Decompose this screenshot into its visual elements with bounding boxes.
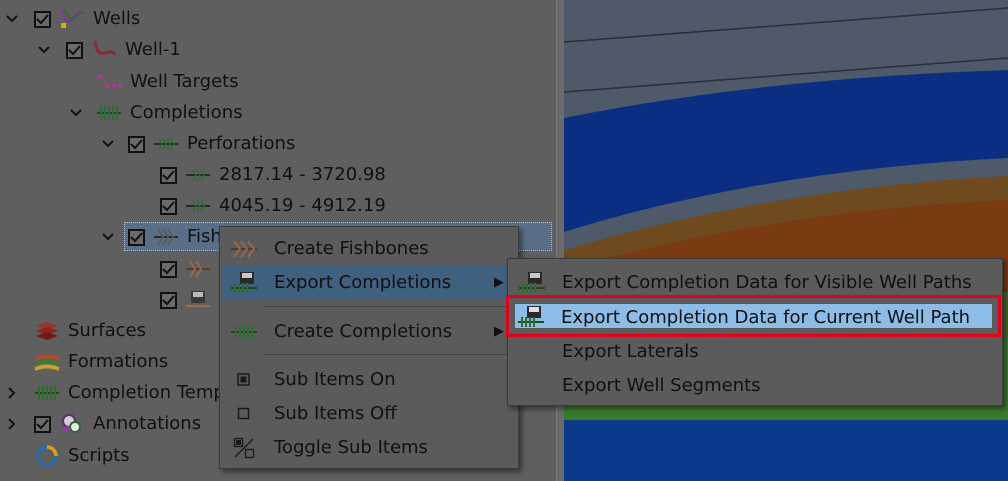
completion-templates-icon [34,382,60,404]
annotations-icon [59,413,85,435]
tree-label-surfaces: Surfaces [68,320,146,341]
tree-item-perforations[interactable]: Perforations [128,129,295,159]
expand-arrow-well1[interactable] [34,35,54,65]
tree-item-completions[interactable]: Completions [96,98,242,128]
tree-item-fishbones-child-1[interactable] [160,254,219,284]
submenu-item-export-current-well-path[interactable]: Export Completion Data for Current Well … [515,304,992,328]
tree-item-perforation-2[interactable]: 4045.19 - 4912.19 [160,191,386,221]
menu-item-create-fishbones[interactable]: Create Fishbones [222,232,516,265]
perforation-interval-icon [185,164,211,186]
3d-view-scene [564,0,1008,481]
submenu-label-current: Export Completion Data for Current Well … [561,307,971,328]
tree-label-well-targets: Well Targets [130,71,239,92]
menu-label-toggle-sub-items: Toggle Sub Items [274,437,428,458]
tree-label-annotations: Annotations [93,413,202,434]
fishbones-sub-icon [185,258,211,280]
context-menu: Create Fishbones Export Completions ▶ Cr… [219,226,519,469]
menu-label-sub-items-on: Sub Items On [274,369,396,390]
menu-label-export-completions: Export Completions [274,272,452,293]
checkbox-perforation-1[interactable] [160,166,177,184]
menu-item-create-completions[interactable]: Create Completions ▶ [222,315,516,348]
menu-label-sub-items-off: Sub Items Off [274,403,397,424]
menu-item-sub-items-off[interactable]: Sub Items Off [222,397,516,430]
scripts-icon [34,445,60,467]
checkbox-well1[interactable] [66,41,83,59]
submenu-arrow-icon: ▶ [494,324,504,339]
checkbox-annotations[interactable] [34,415,51,433]
tree-item-annotations[interactable]: Annotations [34,409,201,439]
checkbox-fishbones-child-2[interactable] [160,291,177,309]
menu-label-create-completions: Create Completions [274,321,453,342]
submenu-label-visible: Export Completion Data for Visible Well … [562,272,972,293]
menu-label-create-fishbones: Create Fishbones [274,238,429,259]
tree-item-completion-templates[interactable]: Completion Temp [34,378,225,408]
tree-label-fishbones: Fish [187,226,222,247]
highlight-box-current-well-path: Export Completion Data for Current Well … [506,295,1001,337]
perforation-interval-icon [185,195,211,217]
checkbox-fishbones[interactable] [128,228,145,246]
tree-item-well-targets[interactable]: Well Targets [96,67,239,97]
submenu-item-export-laterals[interactable]: Export Laterals [510,335,1000,368]
expand-arrow-completions[interactable] [66,98,86,128]
submenu-label-laterals: Export Laterals [562,341,699,362]
menu-item-toggle-sub-items[interactable]: Toggle Sub Items [222,431,516,464]
export-sub-icon [185,289,211,311]
menu-item-sub-items-on[interactable]: Sub Items On [222,363,516,396]
surfaces-icon [34,320,60,342]
tree-item-scripts[interactable]: Scripts [34,441,130,471]
completions-icon [230,320,258,344]
export-completions-icon [518,271,546,295]
tree-label-completions: Completions [130,102,243,123]
well-targets-icon [96,71,122,93]
well-path-icon [91,39,117,61]
expand-arrow-annotations[interactable] [2,409,22,439]
tree-item-well1[interactable]: Well-1 [66,35,181,65]
tree-label-formations: Formations [68,351,169,372]
export-completions-icon [517,305,545,329]
checkbox-perforation-2[interactable] [160,197,177,215]
toggle-icon [230,436,258,460]
tree-item-surfaces[interactable]: Surfaces [34,316,146,346]
tree-label-wells: Wells [93,8,141,29]
tree-label-scripts: Scripts [68,445,130,466]
perforations-icon [153,133,179,155]
tree-label-perforation-1: 2817.14 - 3720.98 [219,164,386,185]
checkbox-perforations[interactable] [128,135,145,153]
expand-arrow-perforations[interactable] [98,129,118,159]
expand-arrow-fishbones[interactable] [98,222,118,252]
tree-item-formations[interactable]: Formations [34,347,168,377]
3d-view[interactable] [564,0,1008,481]
expand-arrow-completion-templates[interactable] [2,378,22,408]
tree-item-perforation-1[interactable]: 2817.14 - 3720.98 [160,160,386,190]
menu-separator [264,306,512,307]
menu-separator [264,354,512,355]
tree-label-perforation-2: 4045.19 - 4912.19 [219,195,386,216]
export-completions-icon [230,271,258,295]
fishbones-icon [230,237,258,261]
tree-label-well1: Well-1 [125,39,181,60]
checkbox-unchecked-icon [230,402,258,426]
submenu-item-export-well-segments[interactable]: Export Well Segments [510,369,1000,402]
menu-item-export-completions[interactable]: Export Completions ▶ [222,266,516,299]
wells-icon [59,8,85,30]
tree-item-fishbones[interactable]: Fish [128,222,222,252]
tree-item-fishbones-child-2[interactable] [160,285,219,315]
tree-item-wells[interactable]: Wells [34,4,140,34]
tree-label-completion-templates: Completion Temp [68,382,225,403]
formations-icon [34,351,60,373]
submenu-label-segments: Export Well Segments [562,375,761,396]
checkbox-fishbones-child-1[interactable] [160,260,177,278]
submenu-arrow-icon: ▶ [494,275,504,290]
checkbox-checked-icon [230,368,258,392]
checkbox-wells[interactable] [34,10,51,28]
expand-arrow-wells[interactable] [2,4,22,34]
fishbones-icon [153,226,179,248]
completions-icon [96,102,122,124]
tree-label-perforations: Perforations [187,133,296,154]
